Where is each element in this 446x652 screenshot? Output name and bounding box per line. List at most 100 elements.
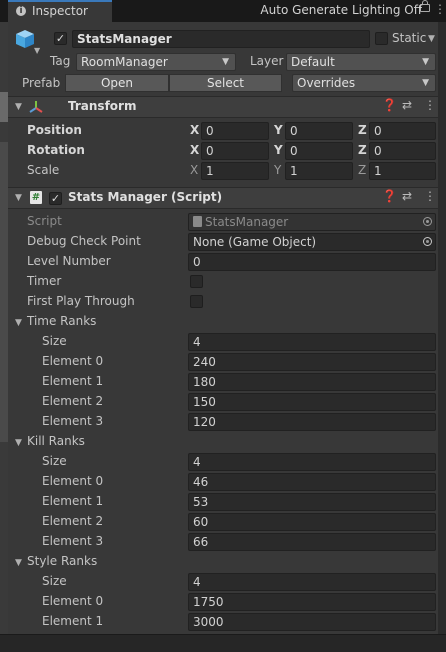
axis-y-label[interactable]: Y (274, 123, 283, 137)
static-label[interactable]: Static (392, 31, 426, 45)
position-label[interactable]: Position (27, 123, 82, 137)
script-label: Script (27, 214, 62, 228)
time-ranks-element-field[interactable]: 120 (188, 413, 436, 431)
position-z-field[interactable]: 0 (369, 122, 436, 140)
element-label[interactable]: Element 0 (42, 474, 103, 488)
first-play-checkbox[interactable] (190, 295, 203, 308)
size-label[interactable]: Size (42, 454, 67, 468)
size-label[interactable]: Size (42, 334, 67, 348)
static-dropdown-arrow-icon[interactable]: ▼ (428, 34, 435, 44)
more-menu-icon[interactable]: ⋮ (434, 2, 446, 16)
element-label[interactable]: Element 3 (42, 534, 103, 548)
position-y-field[interactable]: 0 (285, 122, 353, 140)
chevron-down-icon: ▼ (222, 57, 229, 67)
timer-checkbox[interactable] (190, 275, 203, 288)
kill-ranks-label[interactable]: Kill Ranks (27, 434, 85, 448)
axis-z-label[interactable]: Z (358, 123, 367, 137)
time-ranks-element-field[interactable]: 150 (188, 393, 436, 411)
debug-checkpoint-label[interactable]: Debug Check Point (27, 234, 141, 248)
time-ranks-element-field[interactable]: 240 (188, 353, 436, 371)
tag-dropdown[interactable]: RoomManager ▼ (76, 53, 236, 71)
level-number-label[interactable]: Level Number (27, 254, 111, 268)
status-bar (0, 634, 446, 652)
axis-z-label[interactable]: Z (358, 163, 366, 177)
prefab-overrides-dropdown[interactable]: Overrides ▼ (292, 74, 436, 92)
icon-dropdown-arrow-icon[interactable]: ▼ (34, 46, 40, 55)
element-label[interactable]: Element 3 (42, 414, 103, 428)
rotation-x-field[interactable]: 0 (201, 142, 269, 160)
element-label[interactable]: Element 2 (42, 514, 103, 528)
axis-x-label[interactable]: X (190, 123, 199, 137)
time-ranks-foldout-icon[interactable]: ▼ (15, 318, 22, 328)
component-menu-icon[interactable]: ⋮ (424, 98, 436, 112)
style-ranks-label[interactable]: Style Ranks (27, 554, 97, 568)
element-label[interactable]: Element 1 (42, 374, 103, 388)
kill-ranks-element-field[interactable]: 66 (188, 533, 436, 551)
prefab-select-button[interactable]: Select (169, 74, 282, 92)
scale-x-field[interactable]: 1 (201, 162, 269, 180)
object-picker-icon[interactable] (423, 237, 432, 246)
active-checkbox[interactable]: ✓ (54, 32, 67, 45)
layer-dropdown[interactable]: Default ▼ (286, 53, 436, 71)
style-ranks-element-field[interactable]: 3000 (188, 613, 436, 631)
debug-checkpoint-field[interactable]: None (Game Object) (188, 233, 436, 251)
first-play-label[interactable]: First Play Through (27, 294, 135, 308)
time-ranks-element-field[interactable]: 180 (188, 373, 436, 391)
transform-foldout-icon[interactable]: ▼ (15, 102, 22, 112)
element-label[interactable]: Element 1 (42, 614, 103, 628)
axis-z-label[interactable]: Z (358, 143, 367, 157)
kill-ranks-foldout-icon[interactable]: ▼ (15, 438, 22, 448)
kill-ranks-element-field[interactable]: 60 (188, 513, 436, 531)
scale-y-field[interactable]: 1 (285, 162, 353, 180)
scale-z-field[interactable]: 1 (369, 162, 436, 180)
chevron-down-icon: ▼ (422, 78, 429, 88)
presets-icon[interactable]: ⇄ (402, 98, 412, 112)
timer-label[interactable]: Timer (27, 274, 61, 288)
size-label[interactable]: Size (42, 574, 67, 588)
help-icon[interactable]: ❓ (382, 189, 397, 203)
element-label[interactable]: Element 0 (42, 594, 103, 608)
time-ranks-size-field[interactable]: 4 (188, 333, 436, 351)
tag-label: Tag (50, 54, 71, 68)
object-picker-icon (423, 217, 432, 226)
prefab-open-button[interactable]: Open (65, 74, 169, 92)
axis-y-label[interactable]: Y (274, 143, 283, 157)
kill-ranks-element-field[interactable]: 46 (188, 473, 436, 491)
help-icon[interactable]: ❓ (382, 98, 397, 112)
kill-ranks-element-field[interactable]: 53 (188, 493, 436, 511)
script-foldout-icon[interactable]: ▼ (15, 193, 22, 203)
axis-y-label[interactable]: Y (274, 163, 281, 177)
object-name-field[interactable]: StatsManager (72, 30, 370, 48)
info-icon: i (16, 6, 26, 16)
component-menu-icon[interactable]: ⋮ (424, 189, 436, 203)
transform-title: Transform (68, 99, 137, 113)
rotation-z-field[interactable]: 0 (369, 142, 436, 160)
gameobject-cube-icon (16, 30, 34, 48)
lighting-status-text[interactable]: Auto Generate Lighting Off (260, 3, 422, 17)
element-label[interactable]: Element 2 (42, 394, 103, 408)
rotation-y-field[interactable]: 0 (285, 142, 353, 160)
script-enabled-checkbox[interactable]: ✓ (49, 192, 62, 205)
overrides-label: Overrides (297, 76, 356, 90)
element-label[interactable]: Element 1 (42, 494, 103, 508)
scene-view-edge (0, 22, 8, 634)
style-ranks-element-field[interactable]: 1750 (188, 593, 436, 611)
style-ranks-size-field[interactable]: 4 (188, 573, 436, 591)
element-label[interactable]: Element 0 (42, 354, 103, 368)
level-number-field[interactable]: 0 (188, 253, 436, 271)
script-component-title: Stats Manager (Script) (68, 190, 223, 204)
position-x-field[interactable]: 0 (201, 122, 269, 140)
time-ranks-label[interactable]: Time Ranks (27, 314, 96, 328)
rotation-label[interactable]: Rotation (27, 143, 85, 157)
presets-icon[interactable]: ⇄ (402, 189, 412, 203)
axis-x-label[interactable]: X (190, 143, 199, 157)
axis-x-label[interactable]: X (190, 163, 198, 177)
static-checkbox[interactable] (375, 32, 388, 45)
kill-ranks-size-field[interactable]: 4 (188, 453, 436, 471)
scrollbar[interactable] (438, 22, 446, 634)
tab-inspector[interactable]: i Inspector (8, 0, 112, 22)
scale-label[interactable]: Scale (27, 163, 59, 177)
layer-label: Layer (250, 54, 284, 68)
style-ranks-foldout-icon[interactable]: ▼ (15, 558, 22, 568)
script-file-icon (193, 216, 202, 227)
